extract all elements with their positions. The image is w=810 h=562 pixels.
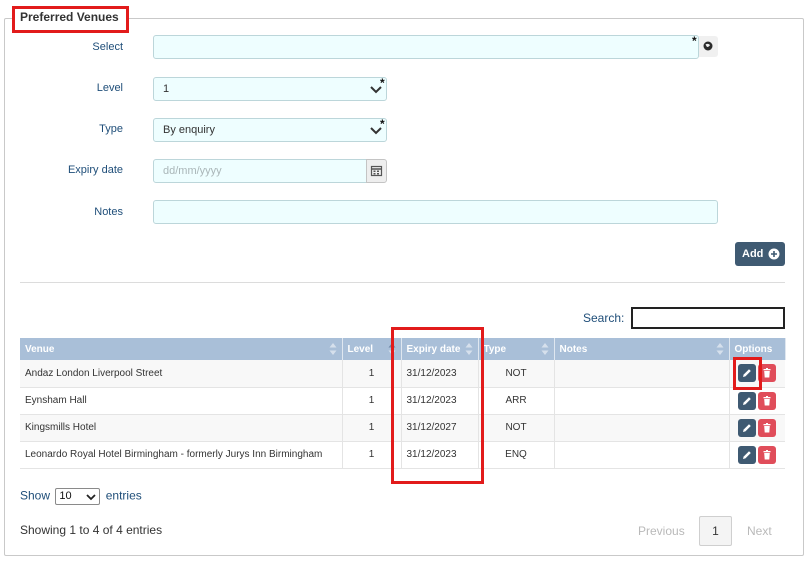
notes-cell [554,414,730,442]
venues-table: Venue Level Expiry date Type Notes Optio… [20,338,786,469]
type-value: By enquiry [163,124,215,136]
delete-button[interactable] [758,391,777,410]
level-cell: 1 [342,360,402,388]
trash-icon [763,395,771,405]
delete-button[interactable] [758,418,777,437]
plus-circle-icon [768,248,780,260]
expiry-cell: 31/12/2023 [401,360,479,388]
notes-cell [554,387,730,415]
edit-button[interactable] [738,391,757,410]
expiry-date-label: Expiry date [67,164,123,176]
table-row: Eynsham Hall 1 31/12/2023 ARR [20,387,785,415]
page-length-select[interactable]: 10 [55,488,101,505]
edit-button[interactable] [738,418,757,437]
type-cell: NOT [478,414,555,442]
trash-icon [763,422,771,432]
sort-icon [329,343,336,355]
column-header-venue[interactable]: Venue [20,338,343,360]
table-row: Leonardo Royal Hotel Birmingham - former… [20,441,785,469]
level-label: Level [96,82,123,94]
required-marker: * [380,76,385,90]
pencil-icon [743,369,752,378]
pencil-icon [743,450,752,459]
pagination-page-1[interactable]: 1 [699,516,732,546]
sort-icon [716,343,723,355]
table-row: Kingsmills Hotel 1 31/12/2027 NOT [20,414,785,442]
pagination-previous[interactable]: Previous [638,524,685,538]
trash-icon [763,449,771,459]
notes-input[interactable] [153,200,718,224]
venue-cell: Andaz London Liverpool Street [20,360,343,388]
table-header-row: Venue Level Expiry date Type Notes Optio… [20,338,786,360]
sort-icon [465,343,472,355]
notes-label: Notes [94,206,123,218]
edit-button[interactable] [738,364,757,383]
calendar-icon[interactable] [366,159,387,183]
type-select[interactable]: By enquiry [153,118,387,142]
pagination-next[interactable]: Next [747,524,772,538]
delete-button[interactable] [758,445,777,464]
required-marker: * [692,34,697,48]
search-input[interactable] [631,307,785,329]
length-menu: Show 10 entries [20,488,142,505]
sort-asc-icon [388,343,395,355]
notes-cell [554,441,730,469]
level-cell: 1 [342,387,402,415]
expiry-cell: 31/12/2027 [401,414,479,442]
venue-select-input[interactable] [153,35,699,59]
expiry-cell: 31/12/2023 [401,441,479,469]
table-info: Showing 1 to 4 of 4 entries [20,523,163,537]
level-select[interactable]: 1 [153,77,387,101]
expiry-date-placeholder: dd/mm/yyyy [163,165,222,177]
divider [20,282,785,283]
type-cell: NOT [478,360,555,388]
edit-button[interactable] [738,445,757,464]
column-header-expiry-date[interactable]: Expiry date [401,338,479,360]
notes-cell [554,360,730,388]
preferred-venues-panel [4,18,804,556]
options-cell [729,441,785,469]
type-cell: ENQ [478,441,555,469]
column-header-notes[interactable]: Notes [554,338,730,360]
expiry-cell: 31/12/2023 [401,387,479,415]
select-label: Select [92,41,123,53]
column-header-type[interactable]: Type [478,338,555,360]
column-header-options: Options [729,338,786,360]
expiry-date-input[interactable]: dd/mm/yyyy [153,159,367,183]
type-cell: ARR [478,387,555,415]
pencil-icon [743,396,752,405]
trash-icon [763,368,771,378]
required-marker: * [380,117,385,131]
venue-cell: Kingsmills Hotel [20,414,343,442]
options-cell [729,414,785,442]
level-cell: 1 [342,414,402,442]
level-value: 1 [163,83,170,95]
delete-button[interactable] [758,364,777,383]
add-button-label: Add [742,248,764,260]
venue-cell: Leonardo Royal Hotel Birmingham - former… [20,441,343,469]
type-label: Type [99,123,123,135]
pencil-icon [743,423,752,432]
show-label: Show [20,488,51,503]
entries-label: entries [105,488,142,503]
search-label: Search: [583,311,625,325]
globe-icon[interactable] [699,36,718,57]
chevron-down-icon [86,494,97,501]
options-cell [729,360,785,388]
venue-cell: Eynsham Hall [20,387,343,415]
options-cell [729,387,785,415]
sort-icon [541,343,548,355]
column-header-level[interactable]: Level [342,338,402,360]
level-cell: 1 [342,441,402,469]
panel-legend: Preferred Venues [20,10,119,24]
add-button[interactable]: Add [735,242,785,266]
table-row: Andaz London Liverpool Street 1 31/12/20… [20,360,785,388]
